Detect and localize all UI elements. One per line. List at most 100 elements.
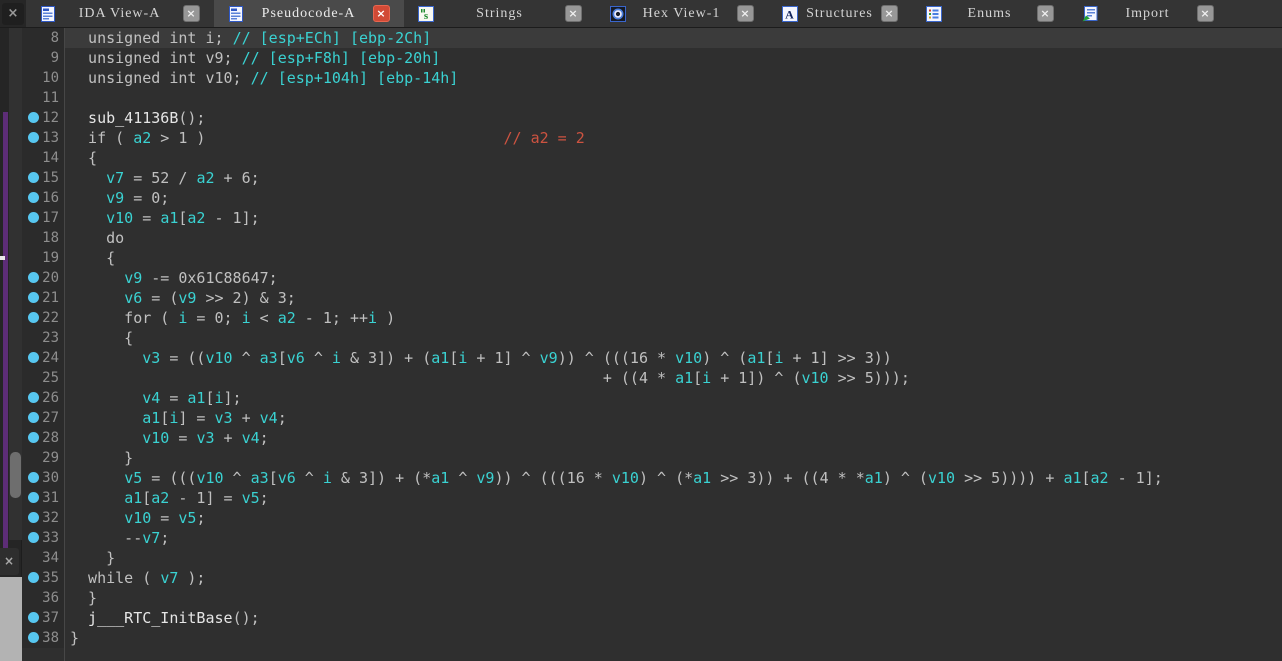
breakpoint-dot[interactable] (28, 352, 39, 363)
code-line[interactable]: do (64, 228, 1282, 248)
code-line[interactable]: } (64, 628, 1282, 648)
tab-pseudocode-a[interactable]: Pseudocode-A × (214, 0, 404, 27)
code-line[interactable]: } (64, 448, 1282, 468)
vertical-scrollbar-thumb[interactable] (10, 452, 21, 498)
code-line[interactable]: --v7; (64, 528, 1282, 548)
breakpoint-dot[interactable] (28, 112, 39, 123)
dock-close-button[interactable]: × (0, 548, 19, 575)
tab-close-button[interactable]: × (1037, 5, 1054, 22)
gutter-cell[interactable]: 21 (22, 288, 64, 308)
code-line[interactable]: a1[i] = v3 + v4; (64, 408, 1282, 428)
code-line[interactable]: v9 -= 0x61C88647; (64, 268, 1282, 288)
tab-close-button[interactable]: × (1197, 5, 1214, 22)
code-line[interactable]: while ( v7 ); (64, 568, 1282, 588)
code-line[interactable]: { (64, 328, 1282, 348)
breakpoint-dot[interactable] (28, 392, 39, 403)
gutter-cell[interactable]: 14 (22, 148, 64, 168)
gutter-cell[interactable]: 19 (22, 248, 64, 268)
code-line[interactable]: v4 = a1[i]; (64, 388, 1282, 408)
gutter-cell[interactable]: 17 (22, 208, 64, 228)
tab-import[interactable]: Import × (1068, 0, 1228, 27)
gutter-cell[interactable]: 28 (22, 428, 64, 448)
code-line[interactable]: unsigned int v10; // [esp+104h] [ebp-14h… (64, 68, 1282, 88)
gutter-cell[interactable]: 27 (22, 408, 64, 428)
tab-structures[interactable]: A Structures × (768, 0, 912, 27)
breakpoint-dot[interactable] (28, 572, 39, 583)
gutter-cell[interactable]: 12 (22, 108, 64, 128)
breakpoint-dot[interactable] (28, 432, 39, 443)
gutter-cell[interactable]: 25 (22, 368, 64, 388)
gutter-cell[interactable]: 16 (22, 188, 64, 208)
gutter-cell[interactable]: 38 (22, 628, 64, 648)
gutter-cell[interactable]: 31 (22, 488, 64, 508)
gutter-cell[interactable]: 10 (22, 68, 64, 88)
code-line[interactable]: a1[a2 - 1] = v5; (64, 488, 1282, 508)
gutter-cell[interactable]: 36 (22, 588, 64, 608)
gutter-cell[interactable]: 11 (22, 88, 64, 108)
breakpoint-dot[interactable] (28, 512, 39, 523)
gutter-cell[interactable]: 35 (22, 568, 64, 588)
tab-close-button[interactable]: × (565, 5, 582, 22)
code-line[interactable]: unsigned int i; // [esp+ECh] [ebp-2Ch] (64, 28, 1282, 48)
breakpoint-dot[interactable] (28, 132, 39, 143)
gutter-cell[interactable]: 18 (22, 228, 64, 248)
tab-close-button[interactable]: × (183, 5, 200, 22)
navigation-band[interactable] (3, 112, 8, 548)
code-line[interactable]: sub_41136B(); (64, 108, 1282, 128)
gutter-cell[interactable]: 26 (22, 388, 64, 408)
gutter-cell[interactable]: 9 (22, 48, 64, 68)
gutter-cell[interactable]: 37 (22, 608, 64, 628)
gutter-cell[interactable]: 8 (22, 28, 64, 48)
gutter-cell[interactable]: 34 (22, 548, 64, 568)
breakpoint-dot[interactable] (28, 172, 39, 183)
tab-ida-view-a[interactable]: IDA View-A × (26, 0, 214, 27)
tab-hex-view-1[interactable]: Hex View-1 × (596, 0, 768, 27)
gutter-cell[interactable]: 23 (22, 328, 64, 348)
gutter-cell[interactable]: 33 (22, 528, 64, 548)
code-line[interactable]: v9 = 0; (64, 188, 1282, 208)
breakpoint-dot[interactable] (28, 632, 39, 643)
code-line[interactable]: j___RTC_InitBase(); (64, 608, 1282, 628)
code-line[interactable]: } (64, 548, 1282, 568)
panel-close-button[interactable]: × (2, 3, 24, 25)
code-line[interactable]: + ((4 * a1[i + 1]) ^ (v10 >> 5))); (64, 368, 1282, 388)
gutter-cell[interactable]: 24 (22, 348, 64, 368)
gutter-cell[interactable]: 32 (22, 508, 64, 528)
breakpoint-dot[interactable] (28, 412, 39, 423)
tab-close-button[interactable]: × (737, 5, 754, 22)
code-line[interactable]: for ( i = 0; i < a2 - 1; ++i ) (64, 308, 1282, 328)
breakpoint-dot[interactable] (28, 312, 39, 323)
tab-enums[interactable]: Enums × (912, 0, 1068, 27)
breakpoint-dot[interactable] (28, 532, 39, 543)
code-line[interactable]: unsigned int v9; // [esp+F8h] [ebp-20h] (64, 48, 1282, 68)
code-line[interactable]: v3 = ((v10 ^ a3[v6 ^ i & 3]) + (a1[i + 1… (64, 348, 1282, 368)
tab-strings[interactable]: s Strings × (404, 0, 596, 27)
breakpoint-dot[interactable] (28, 472, 39, 483)
gutter-cell[interactable]: 30 (22, 468, 64, 488)
gutter-cell[interactable]: 29 (22, 448, 64, 468)
pseudocode-view[interactable]: 8 unsigned int i; // [esp+ECh] [ebp-2Ch]… (22, 28, 1282, 661)
code-line[interactable]: { (64, 248, 1282, 268)
breakpoint-dot[interactable] (28, 492, 39, 503)
breakpoint-dot[interactable] (28, 612, 39, 623)
code-line[interactable]: v7 = 52 / a2 + 6; (64, 168, 1282, 188)
gutter-cell[interactable]: 13 (22, 128, 64, 148)
code-line[interactable]: { (64, 148, 1282, 168)
breakpoint-dot[interactable] (28, 292, 39, 303)
gutter-cell[interactable]: 20 (22, 268, 64, 288)
tab-close-button[interactable]: × (881, 5, 898, 22)
code-line[interactable] (64, 88, 1282, 108)
code-line[interactable]: v10 = a1[a2 - 1]; (64, 208, 1282, 228)
breakpoint-dot[interactable] (28, 192, 39, 203)
code-line[interactable]: v6 = (v9 >> 2) & 3; (64, 288, 1282, 308)
gutter-cell[interactable]: 22 (22, 308, 64, 328)
breakpoint-dot[interactable] (28, 272, 39, 283)
tab-close-button[interactable]: × (373, 5, 390, 22)
gutter-cell[interactable]: 15 (22, 168, 64, 188)
code-line[interactable]: v5 = (((v10 ^ a3[v6 ^ i & 3]) + (*a1 ^ v… (64, 468, 1282, 488)
breakpoint-dot[interactable] (28, 212, 39, 223)
code-line[interactable]: v10 = v3 + v4; (64, 428, 1282, 448)
code-line[interactable]: } (64, 588, 1282, 608)
code-line[interactable]: v10 = v5; (64, 508, 1282, 528)
code-line[interactable]: if ( a2 > 1 ) // a2 = 2 (64, 128, 1282, 148)
